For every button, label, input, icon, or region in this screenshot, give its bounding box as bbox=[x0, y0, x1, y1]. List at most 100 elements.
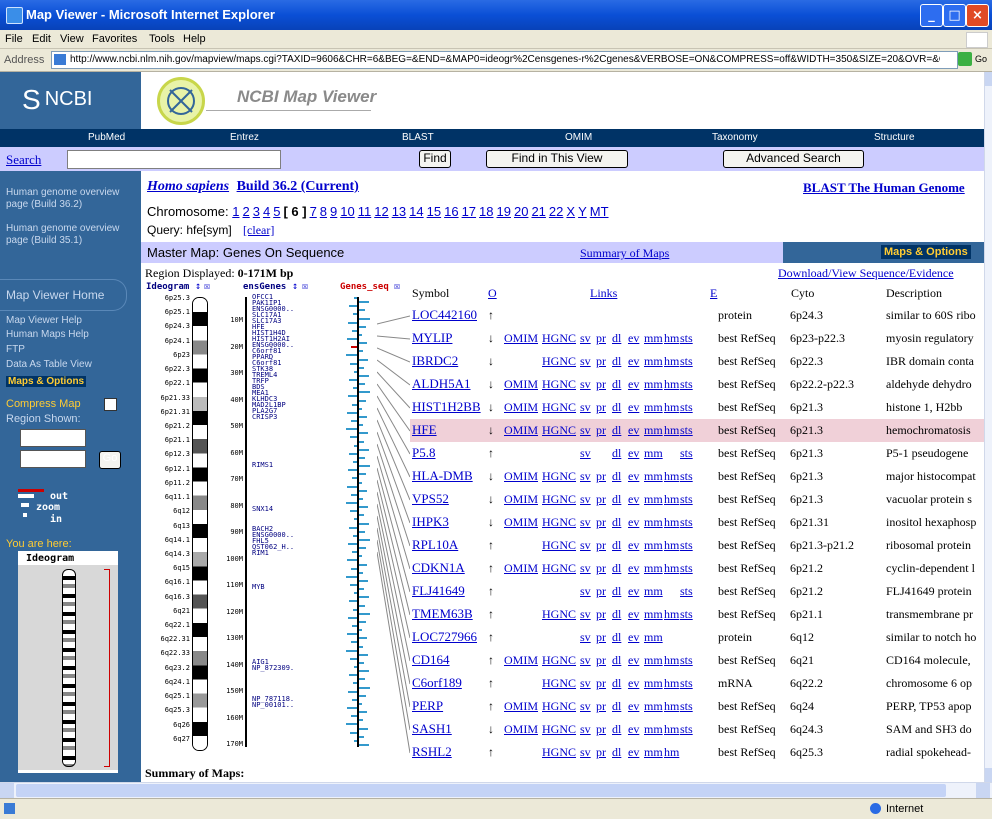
link-sv[interactable]: sv bbox=[580, 722, 591, 737]
link-omim[interactable]: OMIM bbox=[504, 561, 538, 576]
link-ev[interactable]: ev bbox=[628, 400, 639, 415]
chromosome-link[interactable]: 16 bbox=[444, 204, 458, 219]
link-hgnc[interactable]: HGNC bbox=[542, 400, 576, 415]
link-hm[interactable]: hm bbox=[664, 515, 679, 530]
link-hm[interactable]: hm bbox=[664, 469, 679, 484]
link-sts[interactable]: sts bbox=[680, 377, 693, 392]
link-dl[interactable]: dl bbox=[612, 745, 621, 760]
link-ev[interactable]: ev bbox=[628, 561, 639, 576]
link-sts[interactable]: sts bbox=[680, 469, 693, 484]
chromosome-link[interactable]: 14 bbox=[409, 204, 423, 219]
link-sv[interactable]: sv bbox=[580, 538, 591, 553]
link-dl[interactable]: dl bbox=[612, 630, 621, 645]
link-pr[interactable]: pr bbox=[596, 699, 606, 714]
link-hgnc[interactable]: HGNC bbox=[542, 745, 576, 760]
scroll-right-icon[interactable] bbox=[976, 783, 990, 798]
chromosome-link[interactable]: 4 bbox=[263, 204, 270, 219]
link-pr[interactable]: pr bbox=[596, 538, 606, 553]
link-hgnc[interactable]: HGNC bbox=[542, 699, 576, 714]
chromosome-link[interactable]: MT bbox=[590, 204, 609, 219]
download-sequence-link[interactable]: Download/View Sequence/Evidence bbox=[778, 266, 954, 281]
link-hm[interactable]: hm bbox=[664, 331, 679, 346]
nav-omim[interactable]: OMIM bbox=[565, 132, 592, 143]
link-sts[interactable]: sts bbox=[680, 492, 693, 507]
link-sts[interactable]: sts bbox=[680, 676, 693, 691]
link-hm[interactable]: hm bbox=[664, 423, 679, 438]
link-hgnc[interactable]: HGNC bbox=[542, 354, 576, 369]
link-pr[interactable]: pr bbox=[596, 630, 606, 645]
ncbi-logo-box[interactable]: S NCBI bbox=[0, 72, 141, 129]
gene-mark[interactable] bbox=[359, 301, 369, 304]
ensgenes-close-icon[interactable]: ☒ bbox=[302, 281, 308, 292]
chromosome-link[interactable]: 17 bbox=[462, 204, 476, 219]
link-hm[interactable]: hm bbox=[664, 377, 679, 392]
clear-link[interactable]: [clear] bbox=[243, 223, 274, 237]
nav-structure[interactable]: Structure bbox=[874, 132, 915, 143]
menu-help[interactable]: Help bbox=[183, 33, 206, 45]
sidebar-item-build-35-1[interactable]: Human genome overview page (Build 35.1) bbox=[6, 223, 136, 247]
link-hm[interactable]: hm bbox=[664, 561, 679, 576]
horizontal-scrollbar[interactable] bbox=[0, 782, 992, 799]
link-ev[interactable]: ev bbox=[628, 538, 639, 553]
link-omim[interactable]: OMIM bbox=[504, 653, 538, 668]
link-pr[interactable]: pr bbox=[596, 492, 606, 507]
link-mm[interactable]: mm bbox=[644, 676, 663, 691]
link-mm[interactable]: mm bbox=[644, 377, 663, 392]
chromosome-link[interactable]: 9 bbox=[330, 204, 337, 219]
link-ev[interactable]: ev bbox=[628, 699, 639, 714]
gene-symbol-link[interactable]: HFE bbox=[412, 422, 437, 438]
link-ev[interactable]: ev bbox=[628, 377, 639, 392]
link-hgnc[interactable]: HGNC bbox=[542, 561, 576, 576]
link-hm[interactable]: hm bbox=[664, 745, 679, 760]
link-sts[interactable]: sts bbox=[680, 584, 693, 599]
link-sv[interactable]: sv bbox=[580, 400, 591, 415]
scroll-down-icon[interactable] bbox=[985, 768, 992, 782]
link-sts[interactable]: sts bbox=[680, 423, 693, 438]
link-pr[interactable]: pr bbox=[596, 676, 606, 691]
gene-symbol-link[interactable]: HLA-DMB bbox=[412, 468, 473, 484]
link-dl[interactable]: dl bbox=[612, 653, 621, 668]
col-e[interactable]: E bbox=[710, 286, 717, 301]
link-sv[interactable]: sv bbox=[580, 699, 591, 714]
link-hgnc[interactable]: HGNC bbox=[542, 607, 576, 622]
link-ev[interactable]: ev bbox=[628, 331, 639, 346]
link-dl[interactable]: dl bbox=[612, 492, 621, 507]
link-hm[interactable]: hm bbox=[664, 653, 679, 668]
scroll-up-icon[interactable] bbox=[985, 72, 992, 86]
go-button[interactable]: Go bbox=[975, 54, 987, 64]
link-sts[interactable]: sts bbox=[680, 446, 693, 461]
link-mm[interactable]: mm bbox=[644, 331, 663, 346]
link-sv[interactable]: sv bbox=[580, 676, 591, 691]
menu-edit[interactable]: Edit bbox=[32, 33, 51, 45]
chromosome-link[interactable]: 19 bbox=[497, 204, 511, 219]
link-hm[interactable]: hm bbox=[664, 722, 679, 737]
link-sv[interactable]: sv bbox=[580, 515, 591, 530]
link-ev[interactable]: ev bbox=[628, 515, 639, 530]
link-dl[interactable]: dl bbox=[612, 377, 621, 392]
blast-genome-link[interactable]: BLAST The Human Genome bbox=[803, 180, 965, 196]
link-sv[interactable]: sv bbox=[580, 653, 591, 668]
maximize-button[interactable]: □ bbox=[943, 4, 966, 27]
link-sv[interactable]: sv bbox=[580, 492, 591, 507]
link-ev[interactable]: ev bbox=[628, 584, 639, 599]
chromosome-link[interactable]: 3 bbox=[253, 204, 260, 219]
link-dl[interactable]: dl bbox=[612, 423, 621, 438]
link-pr[interactable]: pr bbox=[596, 584, 606, 599]
chromosome-link[interactable]: 10 bbox=[340, 204, 354, 219]
link-hm[interactable]: hm bbox=[664, 699, 679, 714]
link-ev[interactable]: ev bbox=[628, 354, 639, 369]
close-button[interactable]: × bbox=[966, 4, 989, 27]
link-dl[interactable]: dl bbox=[612, 584, 621, 599]
chromosome-link[interactable]: 21 bbox=[531, 204, 545, 219]
nav-blast[interactable]: BLAST bbox=[402, 132, 434, 143]
link-hgnc[interactable]: HGNC bbox=[542, 653, 576, 668]
link-mm[interactable]: mm bbox=[644, 446, 663, 461]
link-mm[interactable]: mm bbox=[644, 515, 663, 530]
link-hm[interactable]: hm bbox=[664, 676, 679, 691]
link-omim[interactable]: OMIM bbox=[504, 331, 538, 346]
link-dl[interactable]: dl bbox=[612, 446, 621, 461]
chromosome-link[interactable]: 7 bbox=[310, 204, 317, 219]
chromosome-link[interactable]: Y bbox=[578, 204, 587, 219]
link-omim[interactable]: OMIM bbox=[504, 699, 538, 714]
link-ev[interactable]: ev bbox=[628, 446, 639, 461]
